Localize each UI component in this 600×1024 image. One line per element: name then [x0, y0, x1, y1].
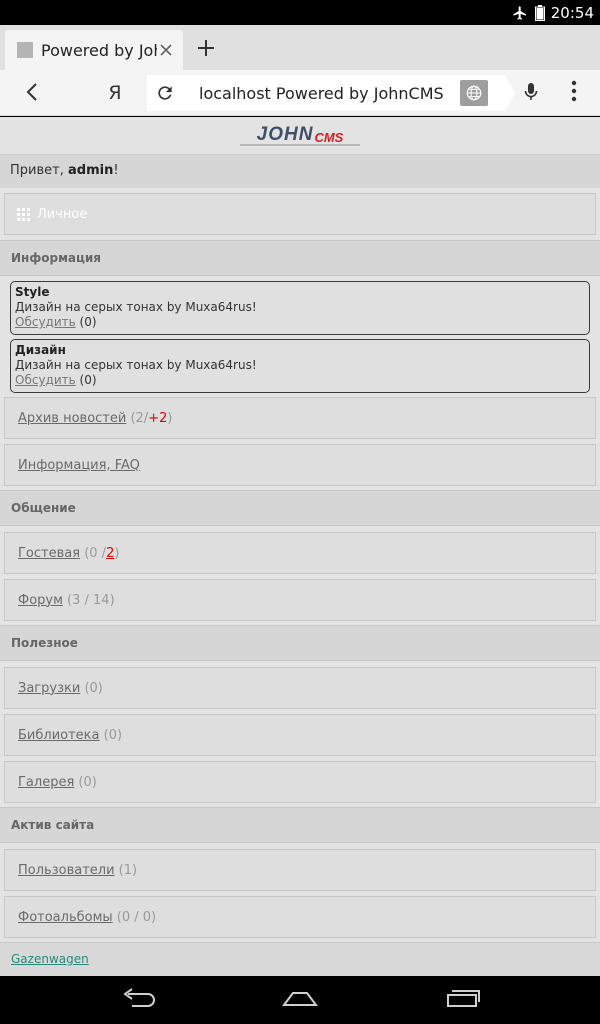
browser-toolbar: Я localhost Powered by JohnCMS [0, 70, 600, 116]
photo-albums-item: Фотоальбомы (0 / 0) [4, 896, 596, 938]
airplane-mode-icon [511, 5, 529, 21]
logo-cms-text: CMS [314, 129, 344, 145]
johncms-logo[interactable]: JOHN CMS [0, 117, 600, 153]
nav-home-button[interactable] [280, 988, 320, 1012]
section-info: Информация [0, 240, 600, 276]
url-bar[interactable]: localhost Powered by JohnCMS [147, 75, 515, 111]
news-text: Дизайн на серых тонах by Muxa64rus! [15, 358, 257, 372]
url-text: localhost Powered by JohnCMS [199, 84, 444, 103]
news-discuss: Обсудить (0) [15, 373, 585, 388]
guestbook-new-count-link[interactable]: 2 [106, 546, 114, 561]
section-communication: Общение [0, 490, 600, 526]
new-tab-button[interactable] [187, 30, 225, 70]
logo-underline [240, 144, 360, 146]
back-button[interactable] [18, 80, 46, 108]
forum-count: (3 / 14) [67, 592, 115, 608]
personal-label: Личное [37, 206, 88, 222]
greeting-prefix: Привет, [10, 163, 68, 178]
downloads-count: (0) [84, 680, 103, 696]
news-archive-link[interactable]: Архив новостей [18, 411, 126, 426]
news-archive-count-close: ) [167, 410, 173, 426]
discuss-link[interactable]: Обсудить [15, 373, 76, 387]
logo-john-text: JOHN [256, 124, 314, 145]
status-bar: 20:54 [0, 0, 600, 25]
news-item: Дизайн Дизайн на серых тонах by Muxa64ru… [10, 339, 590, 393]
faq-link[interactable]: Информация, FAQ [18, 458, 140, 473]
forum-item: Форум (3 / 14) [4, 579, 596, 621]
discuss-count: (0) [79, 373, 97, 387]
recent-apps-icon [445, 988, 481, 1012]
home-icon [281, 988, 319, 1012]
vertical-dots-icon [571, 80, 577, 106]
users-item: Пользователи (1) [4, 849, 596, 891]
users-link[interactable]: Пользователи [18, 863, 115, 878]
greeting-username: admin [67, 163, 114, 178]
discuss-link[interactable]: Обсудить [15, 315, 76, 329]
guestbook-count-open: (0 / [84, 545, 107, 561]
web-page: JOHN CMS Привет, admin! Личное Информаци… [0, 117, 600, 976]
overflow-menu-button[interactable] [563, 80, 585, 106]
status-icons: 20:54 [511, 0, 594, 25]
greeting-suffix: ! [113, 163, 119, 178]
nav-recents-button[interactable] [443, 988, 483, 1012]
news-archive-new-count: +2 [148, 410, 168, 426]
grid-icon [17, 207, 30, 221]
gallery-link[interactable]: Галерея [18, 775, 74, 790]
back-arrow-icon [120, 988, 156, 1012]
news-archive-item: Архив новостей (2/+2) [4, 397, 596, 439]
discuss-count: (0) [79, 315, 97, 329]
news-archive-count-open: (2/ [130, 410, 149, 426]
guestbook-item: Гостевая (0 / 2) [4, 532, 596, 574]
downloads-item: Загрузки (0) [4, 667, 596, 709]
news-title: Дизайн [15, 343, 66, 357]
guestbook-link[interactable]: Гостевая [18, 546, 80, 561]
browser-tab[interactable]: Powered by JohnCMS [5, 30, 183, 70]
close-tab-icon[interactable] [157, 41, 175, 59]
library-link[interactable]: Библиотека [18, 728, 100, 743]
tab-title: Powered by JohnCMS [41, 40, 157, 60]
guestbook-count-close: ) [114, 545, 120, 561]
plus-icon [196, 38, 216, 62]
users-count: (1) [118, 862, 138, 878]
gazenwagen-link[interactable]: Gazenwagen [11, 952, 89, 966]
downloads-link[interactable]: Загрузки [18, 681, 80, 696]
footer-bar: Gazenwagen [0, 942, 600, 976]
library-item: Библиотека (0) [4, 714, 596, 756]
voice-search-button[interactable] [520, 82, 542, 106]
news-discuss: Обсудить (0) [15, 315, 585, 330]
chevron-left-icon [25, 82, 39, 106]
tab-strip: Powered by JohnCMS [0, 25, 600, 70]
forum-link[interactable]: Форум [18, 593, 63, 608]
section-useful: Полезное [0, 625, 600, 661]
yandex-button[interactable]: Я [100, 78, 130, 108]
greeting-bar: Привет, admin! [0, 154, 600, 188]
news-item: Style Дизайн на серых тонах by Muxa64rus… [10, 281, 590, 335]
photo-albums-link[interactable]: Фотоальбомы [18, 910, 113, 925]
system-nav-bar [0, 976, 600, 1024]
nav-back-button[interactable] [118, 988, 158, 1012]
photo-albums-count: (0 / 0) [116, 909, 157, 925]
gallery-count: (0) [78, 774, 97, 790]
news-title: Style [15, 285, 50, 299]
clock: 20:54 [550, 3, 594, 22]
battery-icon [534, 4, 545, 21]
favicon-icon [17, 42, 33, 58]
microphone-icon [524, 82, 538, 106]
section-site-activity: Актив сайта [0, 807, 600, 843]
news-text: Дизайн на серых тонах by Muxa64rus! [15, 300, 257, 314]
library-count: (0) [103, 727, 123, 743]
protect-globe-icon[interactable] [460, 80, 488, 106]
gallery-item: Галерея (0) [4, 761, 596, 803]
reload-icon[interactable] [155, 83, 175, 103]
personal-menu-button[interactable]: Личное [4, 193, 596, 235]
faq-item: Информация, FAQ [4, 444, 596, 486]
